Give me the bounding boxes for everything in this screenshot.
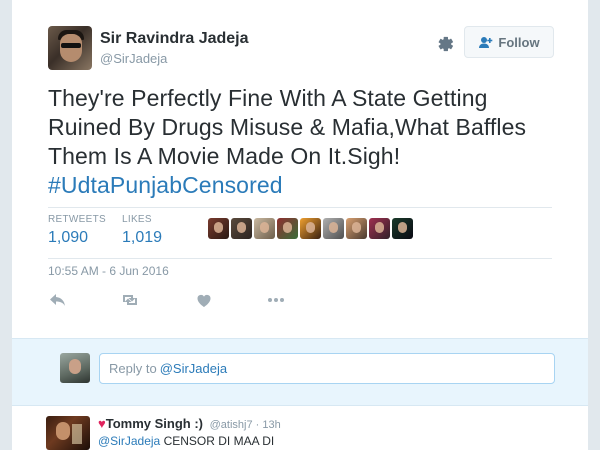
liker-avatar[interactable] xyxy=(323,218,344,239)
reply-body-text: CENSOR DI MAA DI xyxy=(163,434,275,448)
likes-count: 1,019 xyxy=(122,229,163,246)
likes-label: LIKES xyxy=(122,214,152,225)
reply-prefix: Reply to xyxy=(109,361,157,376)
likes-stat[interactable]: LIKES 1,019 xyxy=(122,214,162,247)
reply-area: Reply to @SirJadeja xyxy=(12,338,588,406)
gear-icon[interactable] xyxy=(435,34,455,54)
liker-avatar[interactable] xyxy=(346,218,367,239)
heart-icon[interactable] xyxy=(194,290,214,310)
retweets-count: 1,090 xyxy=(48,229,89,246)
tweet-text: They're Perfectly Fine With A State Gett… xyxy=(48,84,558,200)
tweet-body: They're Perfectly Fine With A State Gett… xyxy=(48,85,527,169)
more-icon[interactable] xyxy=(266,290,286,310)
reply-icon[interactable] xyxy=(48,290,68,310)
user-name[interactable]: Sir Ravindra Jadeja xyxy=(100,30,249,48)
liker-avatar[interactable] xyxy=(369,218,390,239)
retweets-label: RETWEETS xyxy=(48,214,106,225)
add-user-icon xyxy=(479,36,493,48)
heart-emoji-icon: ♥ xyxy=(98,416,106,431)
reply-text: @SirJadeja CENSOR DI MAA DI xyxy=(98,434,274,448)
retweets-stat[interactable]: RETWEETS 1,090 xyxy=(48,214,106,247)
current-user-avatar xyxy=(60,353,90,383)
hashtag-link[interactable]: #UdtaPunjabCensored xyxy=(48,172,283,198)
reply-mention: @SirJadeja xyxy=(159,361,228,376)
avatar[interactable] xyxy=(48,26,92,70)
reply-body-mention[interactable]: @SirJadeja xyxy=(98,434,160,448)
user-handle[interactable]: @SirJadeja xyxy=(100,51,167,66)
liker-avatar[interactable] xyxy=(231,218,252,239)
tweet-timestamp[interactable]: 10:55 AM - 6 Jun 2016 xyxy=(48,264,169,278)
liker-avatar[interactable] xyxy=(392,218,413,239)
tweet-stats: RETWEETS 1,090 LIKES 1,019 xyxy=(48,208,552,258)
avatar[interactable] xyxy=(46,416,90,450)
reply-tweet[interactable]: ♥Tommy Singh :) @atishj7 · 13h @SirJadej… xyxy=(12,406,588,450)
likers-avatars xyxy=(208,218,413,239)
follow-button[interactable]: Follow xyxy=(464,26,554,58)
tweet-header: Sir Ravindra Jadeja @SirJadeja Follow xyxy=(48,26,554,70)
reply-input[interactable]: Reply to @SirJadeja xyxy=(99,353,555,384)
tweet-card: Sir Ravindra Jadeja @SirJadeja Follow Th… xyxy=(12,0,588,450)
liker-avatar[interactable] xyxy=(300,218,321,239)
follow-label: Follow xyxy=(498,34,540,50)
liker-avatar[interactable] xyxy=(254,218,275,239)
reply-user-handle[interactable]: @atishj7 · 13h xyxy=(210,419,281,431)
reply-header: ♥Tommy Singh :) @atishj7 · 13h xyxy=(98,416,281,431)
liker-avatar[interactable] xyxy=(277,218,298,239)
divider xyxy=(48,258,552,259)
retweet-icon[interactable] xyxy=(120,290,140,310)
reply-user-name[interactable]: Tommy Singh :) xyxy=(106,416,203,431)
liker-avatar[interactable] xyxy=(208,218,229,239)
